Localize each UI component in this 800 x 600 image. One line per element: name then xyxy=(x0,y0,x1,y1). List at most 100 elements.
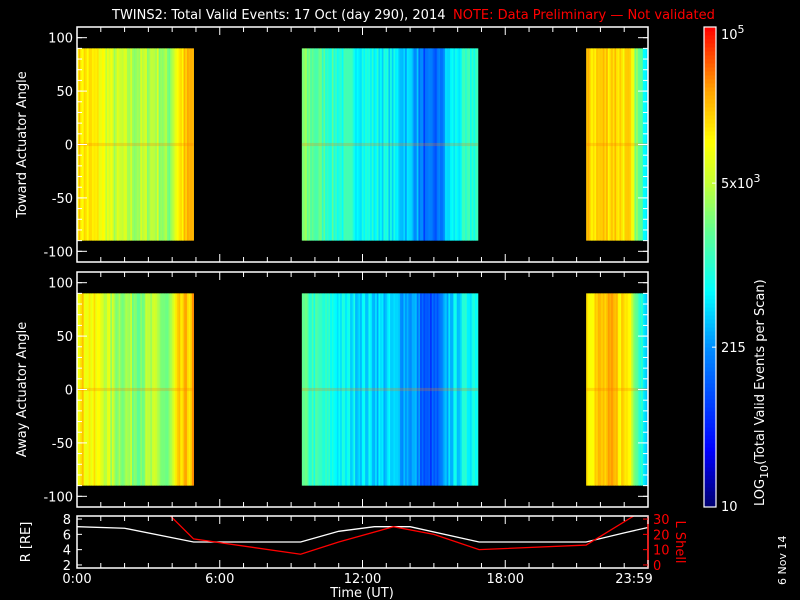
colorbar-swatch xyxy=(704,259,716,264)
colorbar-swatch xyxy=(704,159,716,164)
colorbar-swatch xyxy=(704,239,716,244)
colorbar-swatch xyxy=(704,499,716,504)
colorbar-swatch xyxy=(704,323,716,328)
colorbar-swatch xyxy=(704,279,716,284)
colorbar-swatch xyxy=(704,383,716,388)
x-tick-label: 6:00 xyxy=(205,572,234,587)
colorbar-swatch xyxy=(704,95,716,100)
spectrogram-panel-away: 100 50 0 -50 -100 Away Actuator Angle xyxy=(15,271,649,508)
colorbar-swatch xyxy=(704,395,716,400)
colorbar-swatch xyxy=(704,495,716,500)
lshell-line xyxy=(169,516,635,555)
colorbar-swatch xyxy=(704,247,716,252)
colorbar-swatch xyxy=(704,219,716,224)
y2-axis-label: L Shell xyxy=(672,520,687,563)
colorbar-swatch xyxy=(704,339,716,344)
colorbar-swatch xyxy=(704,195,716,200)
colorbar-swatch xyxy=(704,187,716,192)
colorbar-swatch xyxy=(704,31,716,36)
colorbar-swatch xyxy=(704,467,716,472)
colorbar-swatch xyxy=(704,91,716,96)
colorbar-swatch xyxy=(704,451,716,456)
y-axis-label: Toward Actuator Angle xyxy=(15,71,30,218)
orbit-panel: 86423020100R [RE] L Shell0:00 6:00 12:00 18:… xyxy=(19,513,687,587)
zero-angle-band xyxy=(301,387,478,392)
spectrogram-panel-toward: 100 50 0 -50 -100 Toward Actuator Angle xyxy=(15,26,649,263)
x-tick-label: 18:00 xyxy=(487,572,524,587)
y-tick-label: -100 xyxy=(43,490,73,505)
colorbar-swatch xyxy=(704,359,716,364)
colorbar-swatch xyxy=(704,111,716,116)
y-tick-label: 50 xyxy=(56,85,73,100)
colorbar-swatch xyxy=(704,215,716,220)
colorbar-swatch xyxy=(704,331,716,336)
colorbar-swatch xyxy=(704,299,716,304)
colorbar-swatch xyxy=(704,155,716,160)
colorbar-swatch xyxy=(704,347,716,352)
colorbar-swatch xyxy=(704,459,716,464)
colorbar-tick-label: 10 xyxy=(721,500,738,515)
colorbar-swatch xyxy=(704,147,716,152)
colorbar-swatch xyxy=(704,275,716,280)
colorbar-swatch xyxy=(704,135,716,140)
colorbar-swatch xyxy=(704,107,716,112)
y-tick-label: 100 xyxy=(48,277,73,292)
data-block xyxy=(77,48,194,241)
colorbar-swatch xyxy=(704,387,716,392)
colorbar-swatch xyxy=(704,423,716,428)
y-axis-label: Away Actuator Angle xyxy=(15,322,30,457)
preliminary-note: NOTE: Data Preliminary — Not validated xyxy=(453,8,715,23)
x-axis-label: Time (UT) xyxy=(329,586,394,600)
x-tick-label: 23:59 xyxy=(615,572,652,587)
x-tick-label: 0:00 xyxy=(62,572,91,587)
colorbar-swatch xyxy=(704,71,716,76)
colorbar-swatch xyxy=(704,103,716,108)
colorbar-swatch xyxy=(704,119,716,124)
colorbar-swatch xyxy=(704,363,716,368)
date-stamp: 6 Nov 14 xyxy=(776,536,789,585)
colorbar-swatch xyxy=(704,487,716,492)
y-tick-label: 50 xyxy=(56,330,73,345)
colorbar-swatch xyxy=(704,175,716,180)
colorbar-swatch xyxy=(704,99,716,104)
colorbar-swatch xyxy=(704,303,716,308)
colorbar-swatch xyxy=(704,399,716,404)
colorbar-swatch xyxy=(704,67,716,72)
colorbar-swatch xyxy=(704,415,716,420)
colorbar-swatch xyxy=(704,319,716,324)
colorbar-swatch xyxy=(704,327,716,332)
colorbar-swatch xyxy=(704,367,716,372)
data-block xyxy=(301,48,479,241)
colorbar-label: LOG10(Total Valid Events per Scan) xyxy=(753,279,771,506)
y-tick-label: 0 xyxy=(65,139,73,154)
plot-title: TWINS2: Total Valid Events: 17 Oct (day … xyxy=(111,8,446,23)
colorbar-swatch xyxy=(704,439,716,444)
colorbar-swatch xyxy=(704,443,716,448)
colorbar-swatch xyxy=(704,227,716,232)
colorbar-swatch xyxy=(704,435,716,440)
r-line xyxy=(77,526,648,543)
colorbar-swatch xyxy=(704,295,716,300)
colorbar-swatch xyxy=(704,255,716,260)
colorbar-swatch xyxy=(704,59,716,64)
colorbar-swatch xyxy=(704,315,716,320)
data-block xyxy=(301,293,479,486)
colorbar-swatch xyxy=(704,47,716,52)
colorbar-swatch xyxy=(704,139,716,144)
colorbar-swatch xyxy=(704,307,716,312)
colorbar-swatch xyxy=(704,151,716,156)
colorbar-swatch xyxy=(704,403,716,408)
colorbar-swatch xyxy=(704,39,716,44)
colorbar-swatch xyxy=(704,191,716,196)
data-block xyxy=(77,293,194,486)
colorbar-swatch xyxy=(704,63,716,68)
colorbar-swatch xyxy=(704,75,716,80)
colorbar-swatch xyxy=(704,223,716,228)
colorbar-swatch xyxy=(704,183,716,188)
y2-tick-label: 30 xyxy=(653,513,670,528)
y2-tick-label: 10 xyxy=(653,544,670,559)
colorbar-swatch xyxy=(704,211,716,216)
colorbar-swatch xyxy=(704,55,716,60)
zero-angle-band xyxy=(77,142,194,147)
y-tick-label: 0 xyxy=(65,384,73,399)
